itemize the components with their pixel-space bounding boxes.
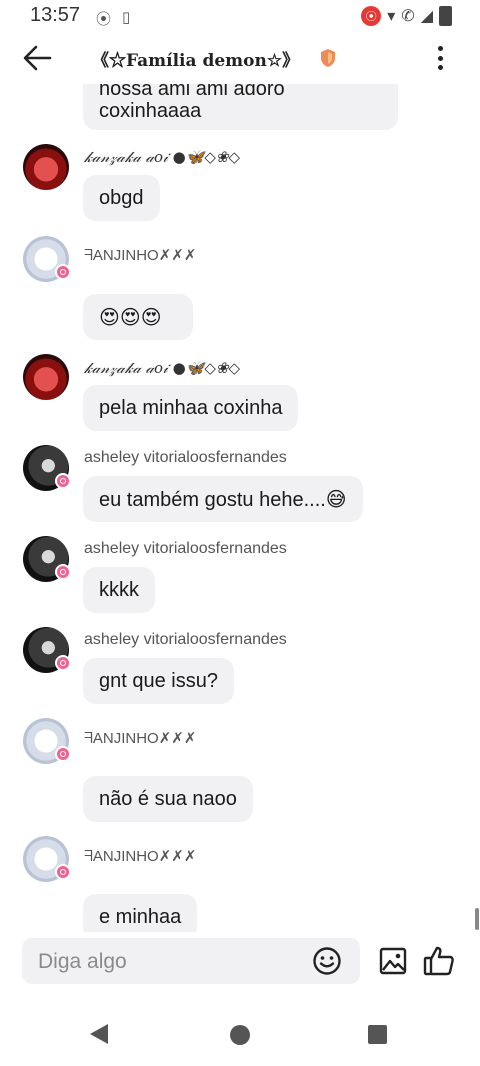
message-text: pela minhaa coxinha: [99, 396, 283, 419]
message-text: nossa ami ami adoro coxinhaaaa: [99, 84, 285, 122]
image-icon[interactable]: [378, 946, 408, 976]
sender-name: ᖷANJINHO✗✗✗: [84, 848, 197, 865]
nav-recents-icon[interactable]: [368, 1025, 387, 1044]
scrollbar[interactable]: [475, 908, 479, 930]
shield-icon: [321, 49, 335, 67]
message-text: obgd: [99, 186, 144, 209]
avatar[interactable]: [23, 445, 71, 491]
message-text: eu também gostu hehe....😅: [99, 488, 347, 511]
avatar[interactable]: [23, 144, 69, 190]
screen-record-icon: ⦿: [361, 6, 382, 26]
sender-name: asheley vitorialoosfernandes: [84, 449, 287, 466]
sender-name: asheley vitorialoosfernandes: [84, 540, 287, 557]
message-text: e minhaa: [99, 905, 182, 928]
status-notification-icon: ⦿: [96, 11, 112, 28]
avatar[interactable]: [23, 718, 71, 764]
message-bubble[interactable]: pela minhaa coxinha: [83, 385, 299, 431]
system-nav-bar: [0, 1000, 480, 1066]
battery-icon: [439, 6, 452, 26]
message-bubble[interactable]: kkkk: [83, 567, 155, 613]
status-bar: 13:57 ⦿ ▯ ⦿ ▾ ✆ ◢: [0, 0, 480, 34]
emoji-icon[interactable]: [312, 946, 342, 976]
sender-name: asheley vitorialoosfernandes: [84, 631, 287, 648]
message-bubble[interactable]: obgd: [83, 175, 160, 221]
badge-icon: [55, 473, 71, 489]
avatar[interactable]: [23, 536, 71, 582]
avatar[interactable]: [23, 627, 71, 673]
message-bubble[interactable]: não é sua naoo: [83, 776, 253, 822]
message-composer: [22, 938, 360, 986]
message-text: não é sua naoo: [99, 787, 237, 810]
avatar[interactable]: [23, 354, 69, 400]
call-icon: ✆: [401, 8, 415, 25]
message-text: gnt que issu?: [99, 669, 218, 692]
badge-icon: [55, 746, 71, 762]
message-input[interactable]: [36, 938, 310, 986]
message-bubble[interactable]: nossa ami ami adoro coxinhaaaa: [83, 84, 398, 130]
status-device-icon: ▯: [122, 9, 131, 26]
chat-title[interactable]: 《☆Família demon☆》: [92, 46, 299, 71]
badge-icon: [55, 564, 71, 580]
status-time: 13:57: [30, 4, 81, 26]
sender-name: ᖷANJINHO✗✗✗: [84, 730, 197, 747]
avatar[interactable]: [23, 836, 71, 882]
message-bubble[interactable]: eu também gostu hehe....😅: [83, 476, 363, 522]
more-vertical-icon[interactable]: [428, 42, 452, 74]
sender-name: 𝓀𝒶𝓃𝓏𝒶𝓀𝒶 𝒶𝑜𝒾 ●🦋◇❀◇: [84, 148, 241, 166]
message-bubble[interactable]: gnt que issu?: [83, 658, 234, 704]
thumbs-up-icon[interactable]: [422, 944, 456, 978]
arrow-left-icon[interactable]: [20, 38, 60, 78]
message-bubble[interactable]: 😍😍😍: [83, 294, 193, 340]
message-text: kkkk: [99, 578, 139, 601]
sender-name: 𝓀𝒶𝓃𝓏𝒶𝓀𝒶 𝒶𝑜𝒾 ●🦋◇❀◇: [84, 359, 241, 377]
nav-home-icon[interactable]: [230, 1025, 250, 1045]
chat-header: 《☆Família demon☆》: [0, 34, 480, 84]
message-text: 😍😍😍: [99, 306, 162, 329]
message-list[interactable]: nossa ami ami adoro coxinhaaaa 𝓀𝒶𝓃𝓏𝒶𝓀𝒶 𝒶…: [0, 84, 480, 932]
nav-back-icon[interactable]: [90, 1024, 108, 1044]
signal-icon: ◢: [420, 8, 433, 25]
sender-name: ᖷANJINHO✗✗✗: [84, 247, 197, 264]
avatar[interactable]: [23, 236, 71, 282]
wifi-icon: ▾: [387, 8, 396, 25]
message-bubble[interactable]: e minhaa: [83, 894, 198, 932]
badge-icon: [55, 264, 71, 280]
badge-icon: [55, 655, 71, 671]
badge-icon: [55, 864, 71, 880]
